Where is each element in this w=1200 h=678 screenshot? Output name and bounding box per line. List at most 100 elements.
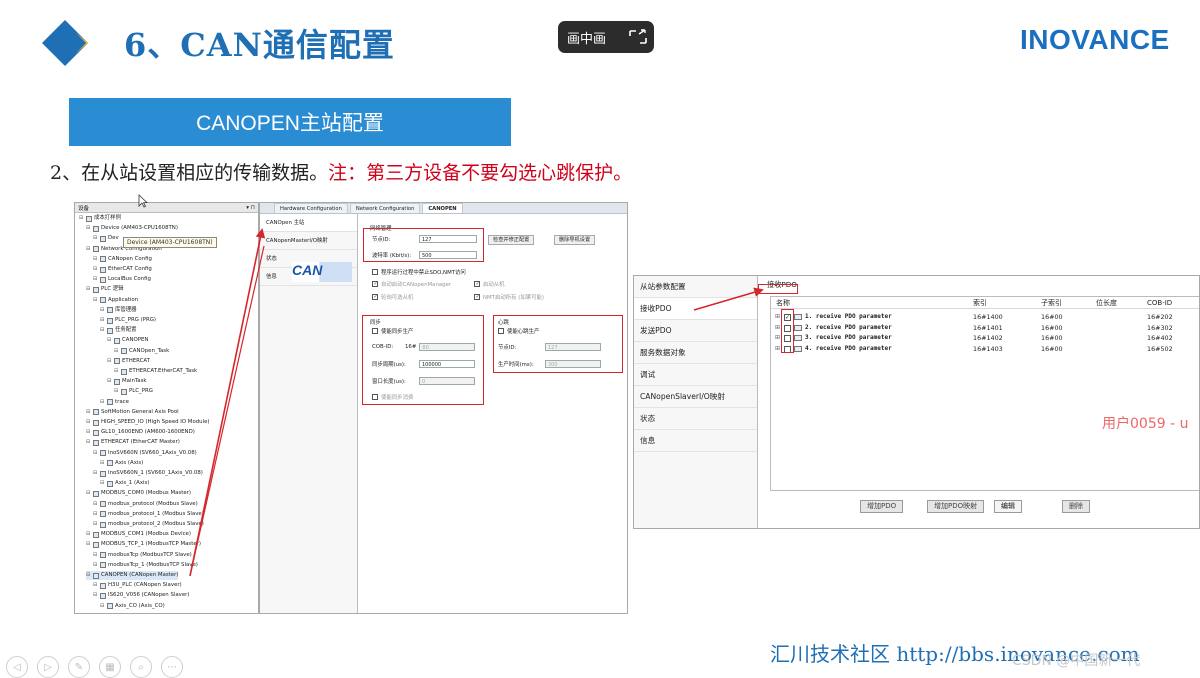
table-row[interactable]: ⊞ ✓ 1. receive PDO parameter 16#1400 16#00 16… <box>771 312 1199 322</box>
expand-icon[interactable]: ⊞ <box>775 312 780 322</box>
expand-icon[interactable]: ⊟ <box>86 418 91 427</box>
table-row[interactable]: ⊞ 2. receive PDO parameter 16#1401 16#00 16#… <box>771 323 1199 333</box>
expand-icon[interactable]: ⊟ <box>93 581 98 590</box>
tree-item[interactable]: ⊟ InoSV660N (SV660_1Axis_V0.08) <box>93 449 197 458</box>
expand-icon[interactable]: ⊟ <box>100 602 105 611</box>
side-item-slave-info[interactable]: 信息 <box>634 430 757 452</box>
expand-icon[interactable]: ⊟ <box>93 520 98 529</box>
expand-icon[interactable]: ⊟ <box>86 408 91 417</box>
expand-icon[interactable]: ⊟ <box>107 377 112 386</box>
expand-icon[interactable]: ⊟ <box>114 367 119 376</box>
poll-checkbox[interactable] <box>372 294 378 300</box>
expand-icon[interactable]: ⊟ <box>86 489 91 498</box>
add-pdo-button[interactable]: 增加PDO <box>860 500 904 513</box>
tree-item[interactable]: ⊟ Dev <box>93 234 119 243</box>
expand-icon[interactable]: ⊟ <box>93 234 98 243</box>
table-row[interactable]: ⊞ 3. receive PDO parameter 16#1402 16#00 16#… <box>771 333 1199 343</box>
tree-item[interactable]: ⊟ IS620_V056 (CANopen Slaver) <box>93 591 190 600</box>
expand-icon[interactable]: ⊞ <box>775 344 780 354</box>
tab-hardware-configuration[interactable]: Hardware Configuration <box>274 203 348 213</box>
side-item-receive-pdo[interactable]: 接收PDO <box>634 298 757 320</box>
expand-icon[interactable]: ⊟ <box>86 540 91 549</box>
tree-item[interactable]: ⊟ SoftMotion General Axis Pool <box>86 408 179 417</box>
side-item-send-pdo[interactable]: 发送PDO <box>634 320 757 342</box>
tree-item[interactable]: ⊟ trace <box>100 398 129 407</box>
expand-icon[interactable]: ⊟ <box>79 214 84 223</box>
expand-icon[interactable]: ⊟ <box>93 500 98 509</box>
expand-icon[interactable]: ⊟ <box>100 459 105 468</box>
side-item-canopen-master[interactable]: CANOpen 主站 <box>260 214 357 232</box>
expand-icon[interactable]: ⊟ <box>114 387 119 396</box>
auto-start-checkbox[interactable] <box>372 281 378 287</box>
tree-item[interactable]: ⊟ Axis_1 (Axis) <box>100 479 149 488</box>
tree-item[interactable]: ⊟ CANOPEN (CANopen Master) <box>86 571 179 580</box>
tree-item[interactable]: ⊟ ETHERCAT (EtherCAT Master) <box>86 438 180 447</box>
expand-icon[interactable]: ⊟ <box>86 428 91 437</box>
pin-icon[interactable]: ▾ ⊓ <box>246 205 255 211</box>
expand-icon[interactable]: ⊟ <box>93 510 98 519</box>
expand-icon[interactable]: ⊞ <box>775 323 780 333</box>
expand-icon[interactable]: ⊟ <box>107 336 112 345</box>
tree-item[interactable]: ⊟ MODBUS_TCP_1 (ModbusTCP Master) <box>86 540 201 549</box>
tree-item[interactable]: ⊟ InoSV660N_1 (SV660_1Axis_V0.08) <box>93 469 203 478</box>
tree-item[interactable]: ⊟ ETHERCAT.EtherCAT_Task <box>114 367 197 376</box>
tree-item[interactable]: ⊟ modbus_protocol_1 (Modbus Slave) <box>93 510 204 519</box>
tree-item[interactable]: ⊟ Axis (Axis) <box>100 459 143 468</box>
tree-item[interactable]: ⊟ HIGH_SPEED_IO (High Speed IO Module) <box>86 418 210 427</box>
tree-item[interactable]: ⊟ PLC 逻辑 <box>86 285 124 294</box>
pen-icon[interactable]: ✎ <box>68 656 90 678</box>
tree-item[interactable]: ⊟ 成本打样例 <box>79 214 121 223</box>
expand-icon[interactable]: ⊟ <box>86 245 91 254</box>
tree-item[interactable]: ⊟ Application <box>93 296 138 305</box>
tree-item[interactable]: ⊟ 任务配置 <box>100 326 137 335</box>
tree-item[interactable]: ⊟ MODBUS_COM1 (Modbus Device) <box>86 530 191 539</box>
tree-item[interactable]: ⊟ CANOPEN <box>107 336 148 345</box>
side-item-io-mapping[interactable]: CANopenMasterI/O映射 <box>260 232 357 250</box>
tab-network-configuration[interactable]: Network Configuration <box>349 203 421 213</box>
tree-item[interactable]: ⊟ PLC_PRG <box>114 387 153 396</box>
more-icon[interactable]: ⋯ <box>161 656 183 678</box>
check-config-button[interactable]: 检查并修正配置 <box>488 235 535 245</box>
expand-icon[interactable]: ⊟ <box>114 347 119 356</box>
tree-item[interactable]: ⊟ MODBUS_COM0 (Modbus Master) <box>86 489 191 498</box>
tree-item[interactable]: ⊟ modbus_protocol_2 (Modbus Slave) <box>93 520 204 529</box>
tree-item[interactable]: ⊟ H3U_PLC (CANopen Slaver) <box>93 581 182 590</box>
start-slave-checkbox[interactable] <box>474 281 480 287</box>
zoom-icon[interactable]: ⌕ <box>130 656 152 678</box>
side-item-slave-params[interactable]: 从站参数配置 <box>634 276 757 298</box>
expand-icon[interactable]: ⊟ <box>100 479 105 488</box>
table-row[interactable]: ⊞ 4. receive PDO parameter 16#1403 16#00 16#… <box>771 344 1199 354</box>
expand-icon[interactable]: ⊟ <box>100 316 105 325</box>
side-item-debug[interactable]: 调试 <box>634 364 757 386</box>
delete-config-button[interactable]: 删除导机设置 <box>554 235 596 245</box>
grid-icon[interactable]: ▦ <box>99 656 121 678</box>
tree-item[interactable]: ⊟ LocalBus Config <box>93 275 151 284</box>
expand-icon[interactable]: ⊟ <box>93 449 98 458</box>
expand-icon[interactable]: ⊟ <box>100 398 105 407</box>
expand-icon[interactable]: ⊟ <box>107 357 112 366</box>
tree-item[interactable]: ⊟ modbusTcp_1 (ModbusTCP Slave) <box>93 561 198 570</box>
tree-item[interactable]: ⊟ PLC_PRG (PRG) <box>100 316 156 325</box>
expand-icon[interactable]: ⊞ <box>775 333 780 343</box>
tree-item[interactable]: ⊟ Axis_CO (Axis_CO) <box>100 602 165 611</box>
next-slide-icon[interactable]: ▷ <box>37 656 59 678</box>
expand-icon[interactable]: ⊟ <box>93 275 98 284</box>
tree-item[interactable]: ⊟ EtherCAT Config <box>93 265 152 274</box>
expand-icon[interactable]: ⊟ <box>93 469 98 478</box>
nmt-checkbox[interactable] <box>474 294 480 300</box>
tree-item[interactable]: ⊟ 库管理器 <box>100 306 137 315</box>
tree-item[interactable]: ⊟ modbusTcp (ModbusTCP Slave) <box>93 551 192 560</box>
tree-item[interactable]: ⊟ Device (AM403-CPU1608TN) <box>86 224 178 233</box>
tree-item[interactable]: ⊟ modbus_protocol (Modbus Slave) <box>93 500 198 509</box>
expand-icon[interactable]: ⊟ <box>93 561 98 570</box>
add-pdo-mapping-button[interactable]: 增加PDO映射 <box>927 500 985 513</box>
tab-canopen[interactable]: CANOPEN <box>422 203 463 213</box>
tree-item[interactable]: ⊟ MainTask <box>107 377 147 386</box>
expand-icon[interactable]: ⊟ <box>86 285 91 294</box>
expand-icon[interactable]: ⊟ <box>100 306 105 315</box>
tree-item[interactable]: ⊟ GL10_1600END (AM600-1600END) <box>86 428 195 437</box>
tree-item[interactable]: ⊟ ETHERCAT <box>107 357 150 366</box>
expand-icon[interactable]: ⊟ <box>93 265 98 274</box>
picture-in-picture-button[interactable]: 画中画 <box>558 21 654 53</box>
expand-icon[interactable]: ⊟ <box>93 255 98 264</box>
